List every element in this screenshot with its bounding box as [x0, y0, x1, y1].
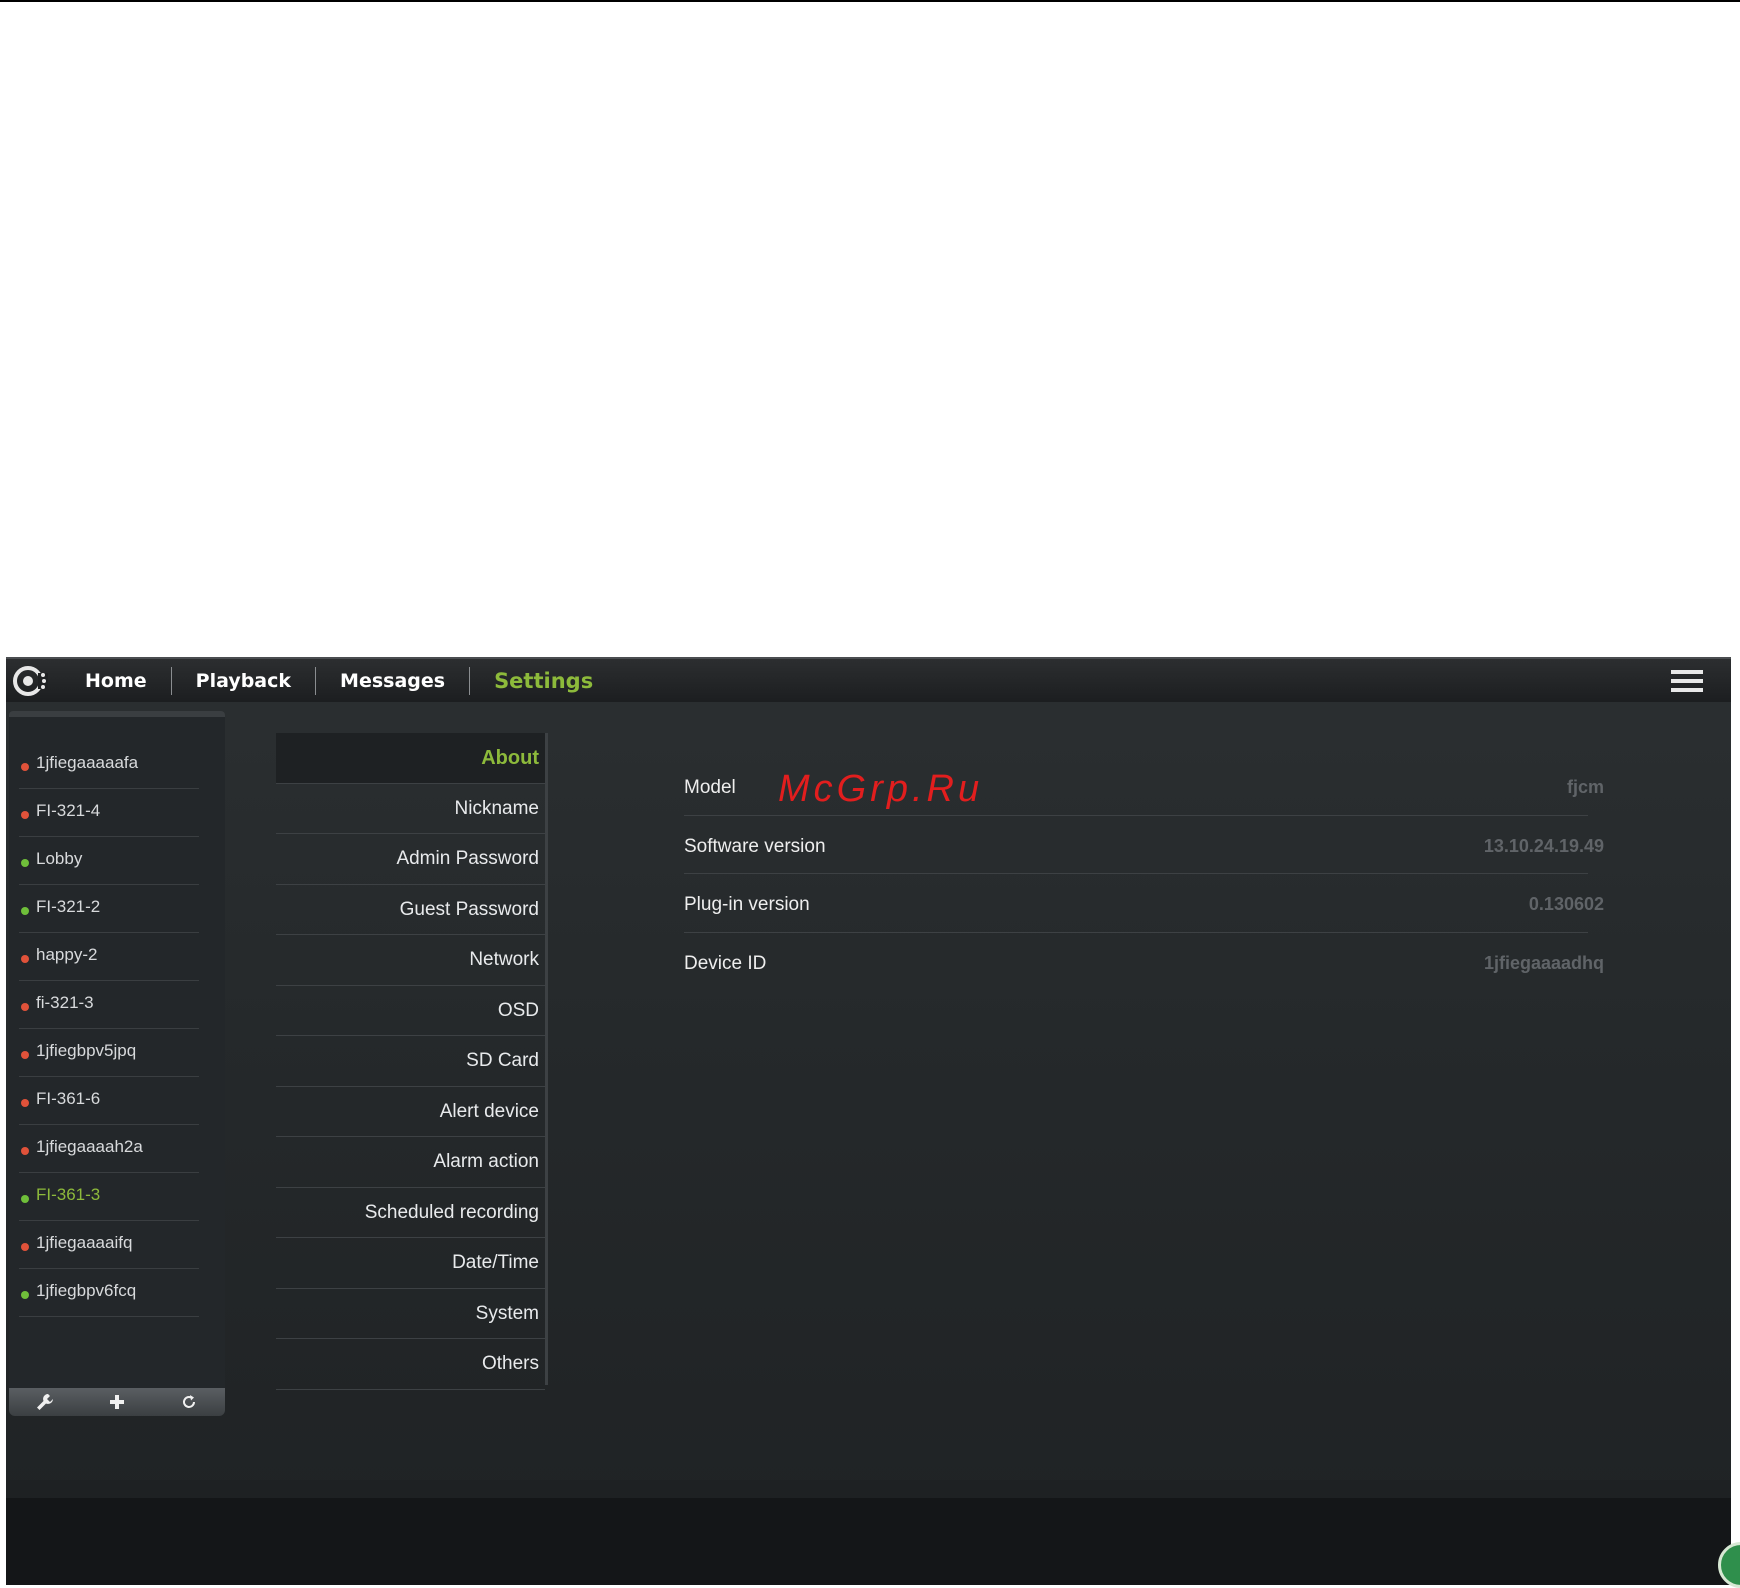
- device-name: fi-321-3: [36, 993, 94, 1012]
- device-toolbar: [9, 1388, 225, 1416]
- device-list: 1jfiegaaaaafa FI-321-4 Lobby FI-321-2 happy-…: [9, 741, 225, 1317]
- device-list-item[interactable]: 1jfiegaaaaafa: [19, 741, 199, 789]
- device-name: 1jfiegbpv6fcq: [36, 1281, 137, 1300]
- content-bottom-band: [6, 1480, 1731, 1498]
- device-name: FI-321-2: [36, 897, 101, 916]
- refresh-icon: [183, 1395, 195, 1408]
- device-list-item[interactable]: FI-361-6: [19, 1077, 199, 1125]
- about-info-label: Model: [684, 777, 736, 798]
- device-list-item[interactable]: happy-2: [19, 933, 199, 981]
- nav-tab-playback[interactable]: Playback: [172, 666, 317, 695]
- settings-menu-item-about[interactable]: About: [276, 733, 545, 784]
- device-list-item[interactable]: FI-321-2: [19, 885, 199, 933]
- about-info-value: fjcm: [1566, 777, 1604, 797]
- add-device-button[interactable]: [104, 1391, 130, 1413]
- device-status-icon: [21, 907, 29, 915]
- settings-menu: About Nickname Admin Password Guest Passwor…: [276, 733, 548, 1390]
- device-status-icon: [21, 1099, 29, 1107]
- refresh-devices-button[interactable]: [176, 1391, 202, 1413]
- settings-menu-item-admin-password[interactable]: Admin Password: [276, 834, 545, 885]
- device-name: Lobby: [36, 849, 83, 868]
- device-status-icon: [21, 1243, 29, 1251]
- device-name: FI-321-4: [36, 801, 101, 820]
- app-logo-icon[interactable]: [12, 663, 48, 699]
- device-status-icon: [21, 1195, 29, 1203]
- about-info-value: 13.10.24.19.49: [1483, 835, 1604, 856]
- device-name: FI-361-3: [36, 1185, 101, 1204]
- nav-tab-messages[interactable]: Messages: [316, 666, 471, 695]
- device-status-icon: [21, 1147, 29, 1155]
- nav-tab-settings[interactable]: Settings: [470, 667, 617, 695]
- device-status-icon: [21, 811, 29, 819]
- main-nav: Home Playback Messages Settings: [61, 659, 617, 702]
- device-status-icon: [21, 763, 29, 771]
- device-name: 1jfiegaaaah2a: [36, 1137, 143, 1156]
- device-status-icon: [21, 955, 29, 963]
- about-info-value: 1jfiegaaaadhq: [1483, 952, 1604, 973]
- settings-menu-item-date-time[interactable]: Date/Time: [276, 1238, 545, 1289]
- device-settings-button[interactable]: [32, 1391, 58, 1413]
- settings-menu-item-system[interactable]: System: [276, 1289, 545, 1339]
- about-info-label: Software version: [684, 835, 826, 857]
- device-list-item[interactable]: 1jfiegaaaah2a: [19, 1125, 199, 1173]
- device-list-scroll-rail[interactable]: [9, 711, 225, 717]
- device-status-icon: [21, 1051, 29, 1059]
- device-list-item[interactable]: FI-361-3: [19, 1173, 199, 1221]
- page-top-rule: [0, 0, 1740, 2]
- settings-menu-item-alarm-action[interactable]: Alarm action: [276, 1137, 545, 1188]
- settings-menu-item-osd[interactable]: OSD: [276, 986, 545, 1036]
- about-info-label: Device ID: [684, 952, 767, 974]
- watermark-text: McGrp.Ru: [778, 768, 984, 810]
- settings-menu-item-others[interactable]: Others: [276, 1339, 545, 1390]
- settings-menu-item-guest-password[interactable]: Guest Password: [276, 885, 545, 935]
- device-status-icon: [21, 1291, 29, 1299]
- about-info-row: Software version 13.10.24.19.49: [684, 816, 1604, 874]
- device-name: 1jfiegaaaaafa: [36, 753, 139, 772]
- settings-menu-item-alert-device[interactable]: Alert device: [276, 1087, 545, 1137]
- device-name: 1jfiegaaaaifq: [36, 1233, 133, 1252]
- top-navigation-bar: Home Playback Messages Settings: [6, 657, 1731, 702]
- about-info-value: 0.130602: [1528, 894, 1604, 914]
- footer-bar: [6, 1498, 1731, 1585]
- about-info-row: Device ID 1jfiegaaaadhq: [684, 933, 1604, 991]
- device-list-item[interactable]: 1jfiegbpv5jpq: [19, 1029, 199, 1077]
- wrench-icon: [37, 1394, 53, 1410]
- hamburger-menu-icon[interactable]: [1671, 669, 1703, 693]
- device-list-panel: 1jfiegaaaaafa FI-321-4 Lobby FI-321-2 happy-…: [9, 711, 225, 1411]
- device-status-icon: [21, 1003, 29, 1011]
- settings-menu-item-sd-card[interactable]: SD Card: [276, 1036, 545, 1087]
- device-list-item[interactable]: 1jfiegbpv6fcq: [19, 1269, 199, 1317]
- device-name: happy-2: [36, 945, 98, 964]
- device-list-item[interactable]: Lobby: [19, 837, 199, 885]
- device-name: 1jfiegbpv5jpq: [36, 1041, 137, 1060]
- settings-menu-item-network[interactable]: Network: [276, 935, 545, 986]
- device-name: FI-361-6: [36, 1089, 101, 1108]
- settings-menu-divider: [545, 733, 548, 1385]
- device-status-icon: [21, 859, 29, 867]
- device-list-item[interactable]: FI-321-4: [19, 789, 199, 837]
- about-info-label: Plug-in version: [684, 894, 810, 915]
- settings-menu-item-scheduled-recording[interactable]: Scheduled recording: [276, 1188, 545, 1238]
- nav-tab-home[interactable]: Home: [61, 666, 172, 695]
- device-list-item[interactable]: 1jfiegaaaaifq: [19, 1221, 199, 1269]
- settings-menu-item-nickname[interactable]: Nickname: [276, 784, 545, 834]
- about-info-row: Plug-in version 0.130602: [684, 874, 1604, 933]
- plus-icon: [110, 1395, 124, 1409]
- device-list-item[interactable]: fi-321-3: [19, 981, 199, 1029]
